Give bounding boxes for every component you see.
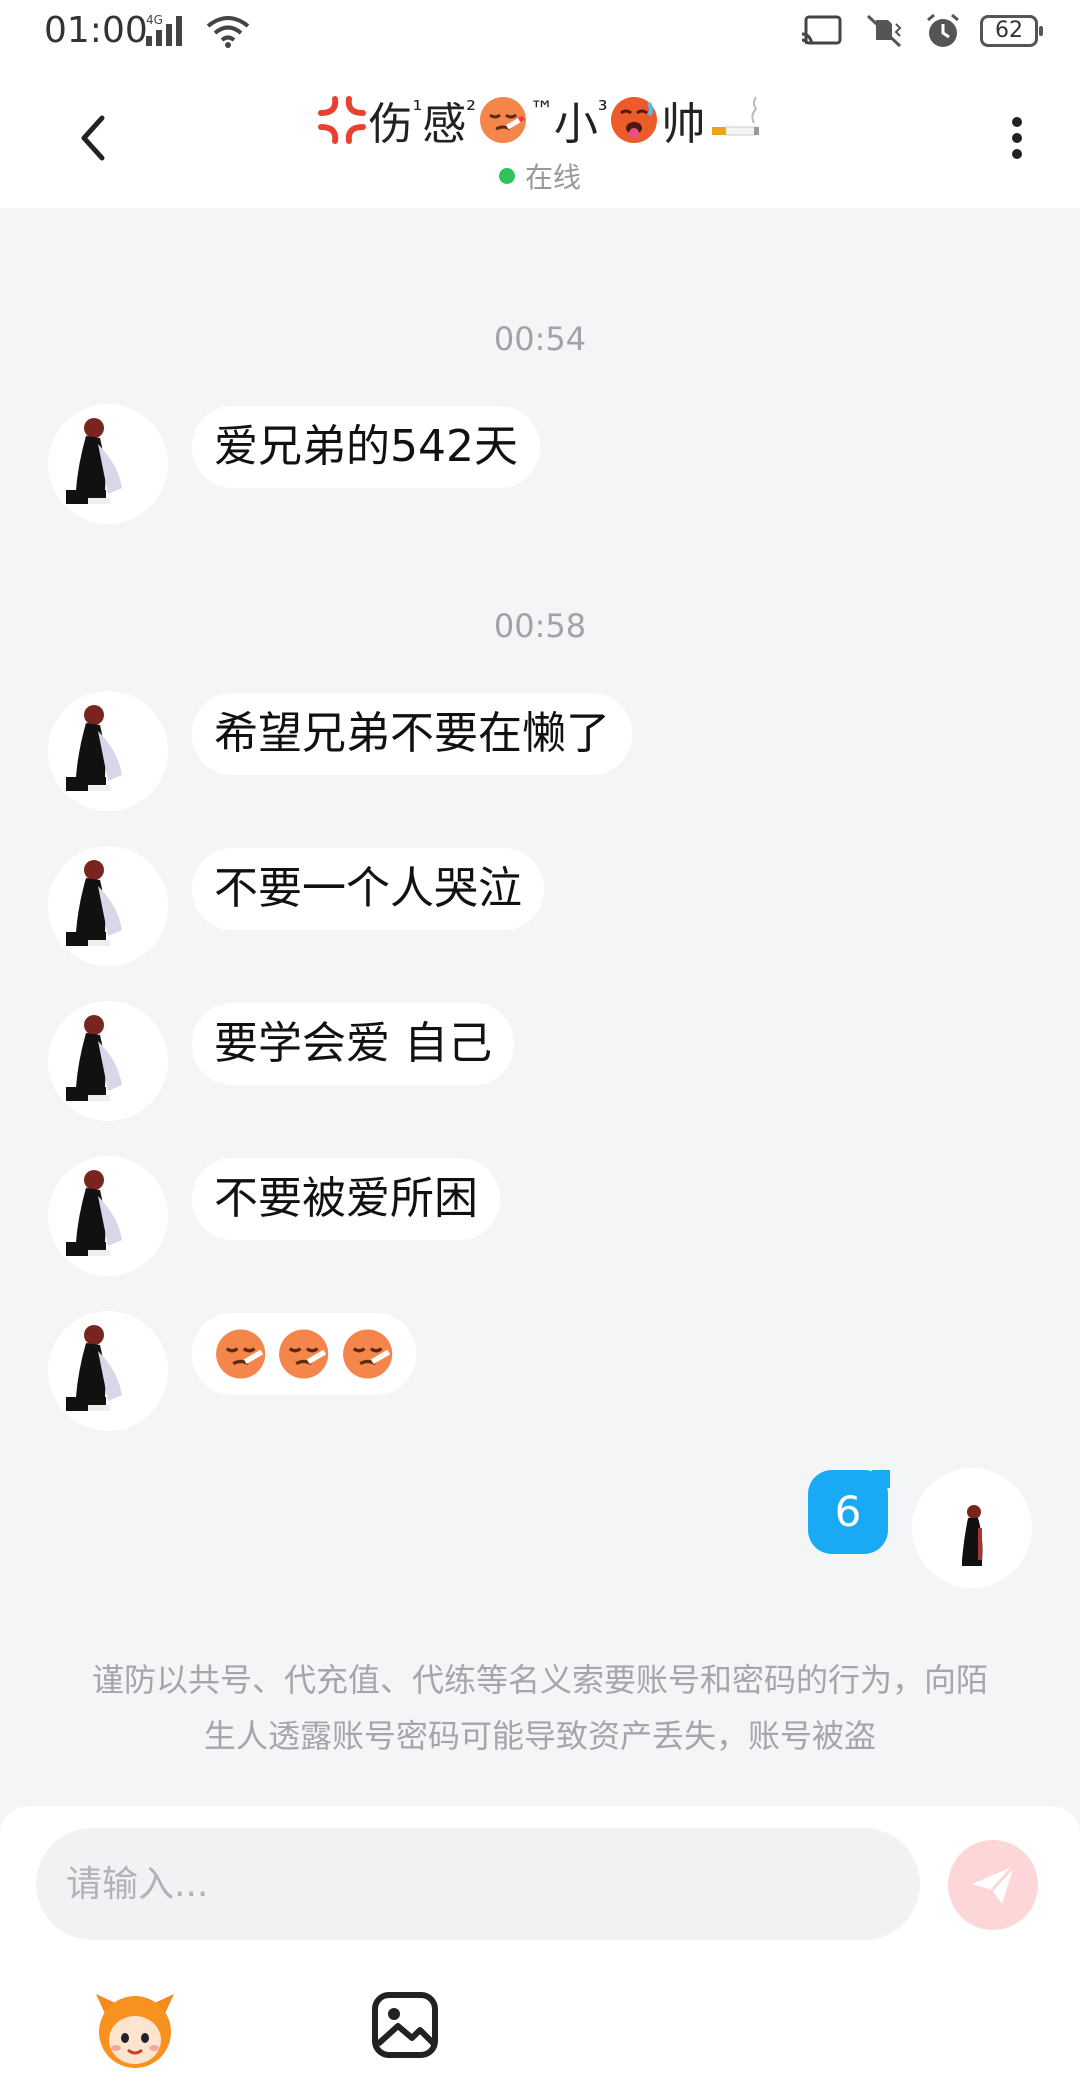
avatar[interactable]	[48, 404, 168, 524]
message-bubble[interactable]: 希望兄弟不要在懒了	[192, 693, 632, 775]
avatar[interactable]	[48, 1311, 168, 1431]
avatar-figure-icon	[66, 1015, 122, 1101]
message-bubble[interactable]: 要学会爱 自己	[192, 1003, 514, 1085]
svg-text:4G: 4G	[146, 14, 163, 27]
smoking-face-emoji-icon	[279, 1329, 329, 1379]
hot-face-emoji-icon	[611, 97, 658, 143]
cellular-signal-icon: 4G	[146, 14, 182, 46]
message-bubble[interactable]: 不要被爱所困	[192, 1158, 500, 1240]
image-icon[interactable]	[370, 1990, 440, 2060]
battery-indicator: 62	[980, 15, 1043, 47]
anger-symbol-icon	[317, 96, 366, 144]
title-part: 小	[553, 99, 598, 150]
smoking-face-emoji-icon	[216, 1329, 266, 1379]
avatar-figure-icon	[66, 1325, 122, 1411]
title-part: 伤	[368, 99, 413, 150]
avatar-figure-icon	[66, 418, 122, 504]
status-bar: 01:00 4G 62	[0, 0, 1080, 68]
avatar[interactable]	[48, 1001, 168, 1121]
more-options-button[interactable]	[1002, 108, 1032, 168]
online-status-label: 在线	[524, 161, 581, 194]
chat-title: 伤 ¹ 感 ² ™ 小 ³ 帅	[0, 90, 1080, 150]
security-warning: 谨防以共号、代充值、代练等名义索要账号和密码的行为，向陌生人透露账号密码可能导致…	[91, 1661, 988, 1755]
online-dot	[498, 168, 515, 184]
online-status: 在线	[0, 156, 1080, 196]
status-right-icons: 62	[800, 12, 1043, 50]
smoking-face-emoji-icon	[342, 1329, 392, 1379]
title-superscript: ²	[466, 96, 476, 124]
status-time: 01:00	[44, 10, 148, 51]
message-bubble[interactable]: 不要一个人哭泣	[192, 848, 544, 930]
title-superscript: ³	[597, 96, 608, 124]
avatar-figure-icon	[962, 1505, 983, 1566]
smoking-face-emoji-icon	[479, 97, 526, 143]
avatar-figure-icon	[66, 705, 122, 791]
status-left-icons: 4G	[146, 14, 250, 48]
title-part: 感	[422, 99, 467, 150]
title-superscript: ¹	[412, 96, 423, 124]
send-button[interactable]	[948, 1840, 1038, 1930]
send-icon	[972, 1864, 1016, 1904]
mascot-emoji-icon[interactable]	[92, 1986, 178, 2072]
avatar-figure-icon	[66, 1170, 122, 1256]
message-timestamp: 00:54	[493, 320, 587, 358]
avatar[interactable]	[48, 691, 168, 811]
emoji-message-bubble[interactable]	[192, 1313, 416, 1395]
wifi-icon	[206, 16, 250, 48]
avatar[interactable]	[48, 1156, 168, 1276]
message-bubble[interactable]: 爱兄弟的542天	[192, 406, 540, 488]
my-message-row: 6	[792, 1468, 1032, 1588]
title-superscript: ™	[529, 96, 554, 124]
avatar-figure-icon	[66, 860, 122, 946]
title-part: 帅	[661, 99, 706, 150]
my-message-bubble[interactable]: 6	[808, 1470, 890, 1554]
input-area	[0, 1806, 1080, 2085]
cigarette-icon	[712, 96, 760, 136]
avatar[interactable]	[48, 846, 168, 966]
my-avatar[interactable]	[912, 1468, 1032, 1588]
alarm-icon	[927, 13, 959, 47]
chat-header: 伤 ¹ 感 ² ™ 小 ³ 帅 在线	[0, 68, 1080, 208]
cast-icon	[801, 15, 842, 45]
vibrate-mute-icon	[866, 14, 902, 48]
message-input[interactable]	[36, 1828, 920, 1940]
message-timestamp: 00:58	[493, 607, 587, 645]
